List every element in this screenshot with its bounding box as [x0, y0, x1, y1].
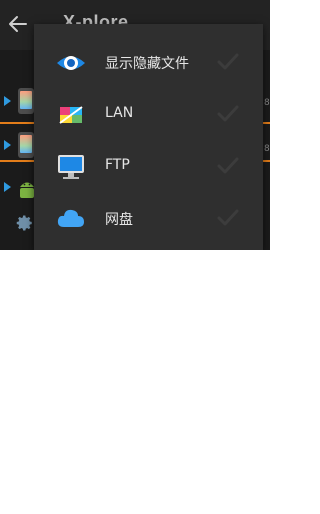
row-size-text: 8	[264, 144, 270, 154]
overflow-menu: 显示隐藏文件 LAN FTP 网盘	[34, 24, 263, 250]
menu-item-label: 显示隐藏文件	[105, 56, 189, 72]
menu-item-ftp[interactable]: FTP	[34, 141, 263, 193]
menu-item-label: LAN	[105, 105, 134, 121]
list-item[interactable]	[0, 76, 34, 126]
phone-icon	[18, 88, 34, 114]
expand-arrow-icon[interactable]	[4, 140, 11, 150]
menu-item-label: FTP	[105, 157, 130, 173]
row-divider	[263, 160, 270, 162]
eye-icon	[57, 56, 85, 70]
phone-icon	[18, 132, 34, 158]
ftp-icon	[58, 155, 84, 179]
check-icon[interactable]	[217, 209, 239, 227]
row-divider	[263, 122, 270, 124]
expand-arrow-icon[interactable]	[4, 182, 11, 192]
xplore-window: X-plore 8 8 显示隐藏文件 LAN FTP 网盘	[0, 0, 270, 250]
check-icon[interactable]	[217, 157, 239, 175]
menu-item-show-hidden-files[interactable]: 显示隐藏文件	[34, 37, 263, 89]
menu-item-label: 网盘	[105, 212, 133, 228]
back-arrow-icon[interactable]	[6, 12, 30, 36]
row-size-text: 8	[264, 98, 270, 108]
menu-item-cloud-storage[interactable]: 网盘	[34, 193, 263, 245]
cloud-icon	[57, 209, 84, 227]
expand-arrow-icon[interactable]	[4, 96, 11, 106]
row-divider	[0, 160, 34, 162]
list-item[interactable]	[0, 124, 34, 174]
menu-item-lan[interactable]: LAN	[34, 89, 263, 141]
lan-icon	[59, 106, 83, 124]
check-icon[interactable]	[217, 53, 239, 71]
check-icon[interactable]	[217, 105, 239, 123]
gear-icon[interactable]	[16, 214, 34, 232]
